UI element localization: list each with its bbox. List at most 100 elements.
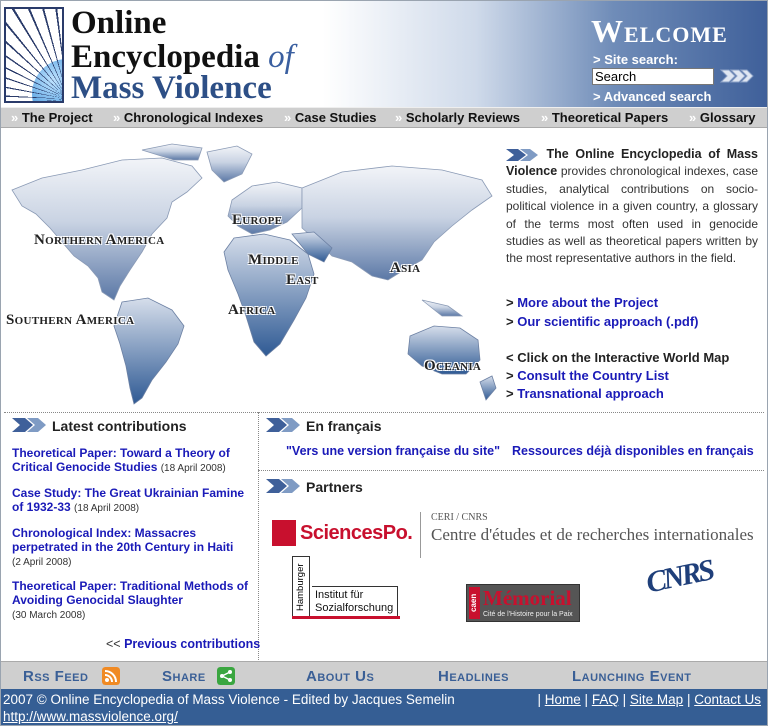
- contribution-date: (18 April 2008): [74, 503, 140, 514]
- double-arrow-icon: [12, 418, 46, 432]
- divider: [4, 412, 764, 413]
- separator: |: [622, 692, 627, 707]
- memorial-caen-text: caen: [469, 587, 480, 619]
- nav-case-studies[interactable]: Case Studies: [284, 110, 377, 125]
- region-middle-east-line1[interactable]: Middle: [248, 252, 299, 269]
- french-version-link[interactable]: "Vers une version française du site": [286, 444, 500, 458]
- contribution-item[interactable]: Theoretical Paper: Toward a Theory of Cr…: [12, 446, 257, 476]
- share-icon[interactable]: [217, 667, 235, 685]
- divider: [258, 470, 764, 471]
- memorial-tagline: Cité de l'Histoire pour la Paix: [483, 611, 573, 618]
- ceri-small-text: CERI / CNRS: [431, 512, 488, 523]
- region-southern-america[interactable]: Southern America: [6, 312, 134, 329]
- contact-us-link[interactable]: Contact Us: [694, 692, 761, 707]
- separator: |: [584, 692, 589, 707]
- sciencespo-emblem-icon: [272, 520, 296, 546]
- more-about-project-link[interactable]: > More about the Project: [506, 295, 658, 310]
- previous-prefix: <<: [106, 637, 121, 651]
- contribution-title: Theoretical Paper: Traditional Methods o…: [12, 579, 249, 607]
- rays-graphic: [6, 9, 62, 101]
- site-title-line3: Mass Violence: [71, 70, 272, 106]
- country-list-link[interactable]: > Consult the Country List: [506, 368, 669, 383]
- contribution-item[interactable]: Chronological Index: Massacres perpetrat…: [12, 526, 257, 570]
- nav-theoretical-papers[interactable]: Theoretical Papers: [541, 110, 668, 125]
- north-america-shape: [11, 157, 203, 301]
- country-list-label: Consult the Country List: [517, 368, 669, 383]
- hamburger-red-bar: [292, 616, 400, 619]
- home-link[interactable]: Home: [545, 692, 581, 707]
- separator: |: [686, 692, 691, 707]
- welcome-heading: Welcome: [591, 13, 728, 49]
- memorial-name: Mémorial: [483, 586, 572, 610]
- scientific-approach-label: Our scientific approach (.pdf): [517, 314, 699, 329]
- double-arrow-icon: [266, 418, 300, 432]
- en-francais-heading: En français: [306, 418, 382, 434]
- site-url-link[interactable]: http://www.massviolence.org/: [3, 709, 178, 724]
- memorial-caen-logo[interactable]: caen Mémorial Cité de l'Histoire pour la…: [466, 584, 580, 622]
- separator: |: [537, 692, 541, 707]
- rss-feed-link[interactable]: Rss Feed: [23, 668, 88, 685]
- rss-icon[interactable]: [102, 667, 120, 685]
- transnational-approach-link[interactable]: > Transnational approach: [506, 386, 664, 401]
- intro-text: The Online Encyclopedia of Mass Violence…: [506, 146, 758, 268]
- region-asia[interactable]: Asia: [390, 260, 420, 277]
- site-title-line1: Online: [71, 5, 167, 41]
- copyright-text: 2007 © Online Encyclopedia of Mass Viole…: [3, 692, 455, 707]
- ceri-logo[interactable]: CERI / CNRS Centre d'études et de recher…: [420, 512, 760, 558]
- copyright-bar: 2007 © Online Encyclopedia of Mass Viole…: [1, 689, 767, 725]
- contribution-item[interactable]: Case Study: The Great Ukrainian Famine o…: [12, 486, 257, 516]
- faq-link[interactable]: FAQ: [592, 692, 619, 707]
- gt-marker: >: [506, 295, 514, 310]
- region-europe[interactable]: Europe: [232, 212, 282, 229]
- region-africa[interactable]: Africa: [228, 302, 275, 319]
- gt-marker: >: [506, 386, 514, 401]
- headlines-link[interactable]: Headlines: [438, 668, 509, 685]
- contribution-item[interactable]: Theoretical Paper: Traditional Methods o…: [12, 579, 257, 623]
- region-middle-east-line2[interactable]: East: [286, 272, 319, 289]
- gt-marker: >: [506, 368, 514, 383]
- launching-event-link[interactable]: Launching Event: [572, 668, 691, 685]
- footer-nav: Rss Feed Share About Us Headlines Launch…: [1, 661, 767, 689]
- cnrs-text: CNRS: [643, 553, 715, 600]
- french-resources-link[interactable]: Ressources déjà disponibles en français: [512, 444, 754, 458]
- contribution-title: Chronological Index: Massacres perpetrat…: [12, 526, 234, 554]
- hamburger-institut-logo[interactable]: Hamburger Institut für Sozialforschung: [292, 556, 400, 622]
- double-arrow-icon: [506, 148, 538, 161]
- about-us-link[interactable]: About Us: [306, 668, 374, 685]
- divider: [258, 412, 259, 660]
- title-of: of: [268, 39, 294, 75]
- site-search-label: > Site search:: [593, 52, 678, 67]
- hamburger-vertical-text: Hamburger: [292, 556, 310, 618]
- more-about-project-label: More about the Project: [517, 295, 659, 310]
- nav-chronological-indexes[interactable]: Chronological Indexes: [113, 110, 263, 125]
- contribution-date: (2 April 2008): [12, 557, 72, 568]
- nav-glossary[interactable]: Glossary: [689, 110, 756, 125]
- nav-the-project[interactable]: The Project: [11, 110, 93, 125]
- cnrs-logo[interactable]: CNRS: [643, 553, 716, 612]
- hamburger-institut-name: Institut für Sozialforschung: [312, 586, 398, 618]
- partners-heading: Partners: [306, 479, 363, 495]
- region-oceania[interactable]: Oceania: [424, 358, 481, 375]
- sciencespo-text: SciencesPo.: [300, 522, 413, 544]
- search-go-icon[interactable]: [719, 68, 755, 84]
- footer-links: | Home | FAQ | Site Map | Contact Us: [537, 692, 761, 707]
- region-northern-america[interactable]: Northern America: [34, 232, 164, 249]
- click-map-instruction: < Click on the Interactive World Map: [506, 350, 730, 365]
- latest-contributions-heading: Latest contributions: [52, 418, 187, 434]
- contribution-date: (18 April 2008): [160, 463, 226, 474]
- share-link[interactable]: Share: [162, 668, 206, 685]
- main-nav: The Project Chronological Indexes Case S…: [1, 107, 767, 128]
- site-map-link[interactable]: Site Map: [630, 692, 683, 707]
- double-arrow-icon: [266, 479, 300, 493]
- previous-contributions-link[interactable]: << Previous contributions: [106, 637, 260, 651]
- search-input[interactable]: [592, 68, 714, 85]
- logo-emblem[interactable]: [4, 7, 64, 103]
- intro-body: provides chronological indexes, case stu…: [506, 164, 758, 266]
- sciencespo-logo[interactable]: SciencesPo.: [272, 520, 413, 546]
- advanced-search-link[interactable]: > Advanced search: [593, 89, 711, 104]
- scientific-approach-link[interactable]: > Our scientific approach (.pdf): [506, 314, 699, 329]
- nav-scholarly-reviews[interactable]: Scholarly Reviews: [395, 110, 520, 125]
- contribution-date: (30 March 2008): [12, 610, 86, 621]
- interactive-world-map[interactable]: Northern America Europe Middle East Asia…: [2, 130, 502, 410]
- previous-contributions-label: Previous contributions: [124, 637, 261, 651]
